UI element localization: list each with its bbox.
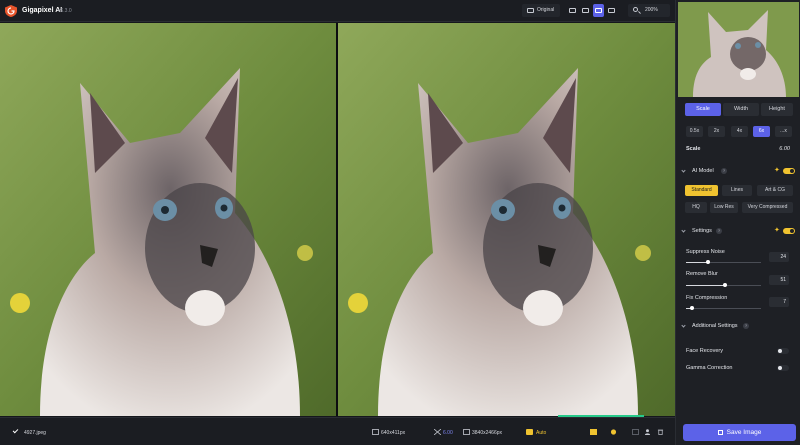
face-recovery-toggle[interactable] bbox=[777, 348, 789, 354]
help-icon[interactable]: ? bbox=[743, 323, 749, 329]
trash-icon[interactable] bbox=[657, 429, 664, 435]
additional-settings-header[interactable]: Additional Settings ? bbox=[679, 321, 798, 333]
fix-compression-label: Fix Compression bbox=[686, 295, 728, 301]
model-low-res[interactable]: Low Res bbox=[710, 202, 738, 213]
model-very-compressed[interactable]: Very Compressed bbox=[742, 202, 793, 213]
status-bar: 4927.jpeg 640x411px 6.00 3840x2466px Aut… bbox=[0, 417, 675, 445]
original-button[interactable]: Original bbox=[522, 4, 560, 17]
scale-value: 6.00 bbox=[779, 146, 790, 152]
app-title: Gigapixel AI bbox=[22, 7, 63, 14]
face-recovery-label: Face Recovery bbox=[686, 348, 723, 354]
tab-scale[interactable]: Scale bbox=[685, 103, 721, 116]
grid-view-button[interactable] bbox=[606, 4, 617, 17]
settings-section-header[interactable]: Settings ? ✦ bbox=[679, 226, 798, 238]
scale-factor: 6.00 bbox=[443, 430, 453, 436]
remove-blur-slider[interactable] bbox=[686, 283, 761, 287]
slider-handle[interactable] bbox=[706, 260, 710, 264]
input-size-icon bbox=[372, 429, 379, 435]
navigator-thumbnail[interactable] bbox=[678, 2, 799, 97]
zoom-value: 200% bbox=[645, 7, 658, 13]
remove-blur-input[interactable]: 51 bbox=[769, 275, 789, 285]
split-view-button[interactable] bbox=[580, 4, 591, 17]
remove-blur-label: Remove Blur bbox=[686, 271, 718, 277]
cat-photo-preview bbox=[338, 23, 675, 416]
auto-mode-label[interactable]: Auto bbox=[536, 430, 546, 436]
fix-compression-slider[interactable] bbox=[686, 306, 761, 310]
settings-toggle[interactable] bbox=[783, 228, 795, 234]
settings-title: Settings bbox=[692, 228, 712, 234]
cat-photo-original bbox=[0, 23, 336, 416]
single-view-icon bbox=[569, 8, 576, 13]
input-size: 640x411px bbox=[381, 430, 406, 436]
face-detect-icon[interactable] bbox=[610, 429, 617, 435]
top-toolbar: Gigapixel AI v6.3.0 Original 200% bbox=[0, 0, 675, 22]
suppress-noise-slider[interactable] bbox=[686, 260, 761, 264]
model-standard[interactable]: Standard bbox=[685, 185, 718, 196]
ai-model-toggle[interactable] bbox=[783, 168, 795, 174]
model-lines[interactable]: Lines bbox=[722, 185, 752, 196]
preview-image-pane[interactable] bbox=[338, 23, 675, 416]
scale-option-0-5x[interactable]: 0.5x bbox=[686, 126, 703, 137]
original-image-pane[interactable] bbox=[0, 23, 336, 416]
save-disk-icon bbox=[717, 430, 723, 435]
gamma-correction-label: Gamma Correction bbox=[686, 365, 733, 371]
save-image-button[interactable]: Save Image bbox=[683, 424, 796, 441]
sparkle-icon: ✦ bbox=[774, 227, 780, 234]
gigapixel-logo-icon bbox=[5, 5, 17, 17]
model-art-cg[interactable]: Art & CG bbox=[757, 185, 793, 196]
single-view-button[interactable] bbox=[567, 4, 578, 17]
chevron-down-icon bbox=[681, 228, 686, 233]
suppress-noise-label: Suppress Noise bbox=[686, 249, 725, 255]
compare-toggle-icon[interactable] bbox=[632, 429, 639, 435]
checkmark-icon bbox=[12, 427, 19, 434]
scale-option-4x[interactable]: 4x bbox=[731, 126, 748, 137]
output-size-icon bbox=[463, 429, 470, 435]
side-by-side-view-button[interactable] bbox=[593, 4, 604, 17]
scale-arrows-icon bbox=[434, 429, 441, 435]
scale-option-2x[interactable]: 2x bbox=[708, 126, 725, 137]
zoom-select[interactable]: 200% bbox=[628, 4, 670, 17]
model-hq[interactable]: HQ bbox=[685, 202, 707, 213]
ai-model-section-header[interactable]: AI Model ? ✦ bbox=[679, 166, 798, 178]
tab-height[interactable]: Height bbox=[761, 103, 793, 116]
chevron-down-icon bbox=[681, 168, 686, 173]
scale-option-custom[interactable]: ...x bbox=[775, 126, 792, 137]
gamma-correction-toggle[interactable] bbox=[777, 365, 789, 371]
ai-model-title: AI Model bbox=[692, 168, 714, 174]
file-name: 4927.jpeg bbox=[24, 430, 46, 436]
crop-icon[interactable] bbox=[590, 429, 597, 435]
additional-settings-title: Additional Settings bbox=[692, 323, 738, 329]
original-label: Original bbox=[537, 7, 555, 13]
suppress-noise-input[interactable]: 24 bbox=[769, 252, 789, 262]
side-by-side-icon bbox=[595, 8, 602, 13]
grid-view-icon bbox=[608, 8, 615, 13]
scale-label: Scale bbox=[686, 146, 701, 152]
output-size: 3840x2466px bbox=[472, 430, 503, 436]
tab-width[interactable]: Width bbox=[723, 103, 759, 116]
split-view-icon bbox=[582, 8, 589, 13]
cat-thumbnail bbox=[678, 2, 799, 97]
slider-handle[interactable] bbox=[690, 306, 694, 310]
help-icon[interactable]: ? bbox=[716, 228, 722, 234]
scale-option-6x[interactable]: 6x bbox=[753, 126, 770, 137]
settings-panel: Scale Width Height 0.5x 2x 4x 6x ...x Sc… bbox=[675, 0, 800, 445]
help-icon[interactable]: ? bbox=[721, 168, 727, 174]
auto-mode-icon bbox=[526, 429, 533, 435]
fix-compression-input[interactable]: 7 bbox=[769, 297, 789, 307]
user-icon[interactable] bbox=[644, 429, 651, 435]
save-image-label: Save Image bbox=[726, 429, 762, 436]
sparkle-icon: ✦ bbox=[774, 167, 780, 174]
chevron-down-icon bbox=[681, 323, 686, 328]
slider-handle[interactable] bbox=[723, 283, 727, 287]
compare-icon bbox=[527, 8, 534, 13]
magnifier-icon bbox=[633, 7, 638, 12]
app-version: v6.3.0 bbox=[58, 8, 72, 14]
